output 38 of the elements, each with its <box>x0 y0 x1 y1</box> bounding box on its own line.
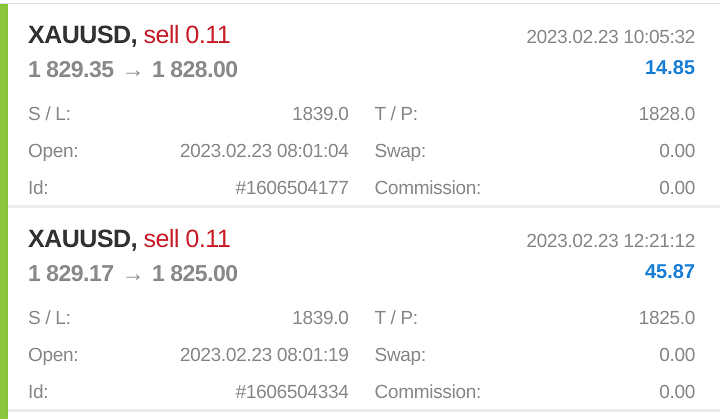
detail-value: #1606504177 <box>236 176 348 201</box>
close-time: 2023.02.23 10:05:32 <box>526 26 695 50</box>
close-time: 2023.02.23 12:21:12 <box>526 230 695 254</box>
detail-value: 2023.02.23 08:01:19 <box>180 344 348 368</box>
trade-action: sell 0.11 <box>143 225 230 253</box>
profit: 45.87 <box>644 260 695 284</box>
trade-action: sell 0.11 <box>143 21 230 49</box>
detail-value: 1825.0 <box>638 306 695 331</box>
detail-value: 0.00 <box>659 140 695 164</box>
profit: 14.85 <box>644 56 695 80</box>
detail-value: #1606504334 <box>236 380 348 405</box>
arrow-icon: → <box>122 54 144 82</box>
detail-label: Open: <box>28 140 78 164</box>
open-price: 1 829.35 <box>28 54 114 82</box>
arrow-icon: → <box>122 258 144 286</box>
detail-value: 2023.02.23 08:01:04 <box>180 140 348 164</box>
detail-label: Id: <box>28 176 48 201</box>
detail-label: S / L: <box>28 102 71 127</box>
detail-label: S / L: <box>28 306 71 331</box>
detail-label: Id: <box>28 380 48 405</box>
detail-label: Commission: <box>374 176 481 201</box>
detail-label: Swap: <box>374 140 426 164</box>
detail-value: 1839.0 <box>292 102 348 127</box>
detail-value: 0.00 <box>659 344 695 368</box>
detail-label: Commission: <box>374 380 481 405</box>
symbol: XAUUSD, <box>28 225 138 253</box>
detail-label: Swap: <box>374 344 426 368</box>
detail-value: 0.00 <box>659 380 695 405</box>
detail-value: 1828.0 <box>638 102 695 127</box>
detail-value: 1839.0 <box>292 306 348 331</box>
close-price: 1 828.00 <box>152 54 238 82</box>
open-price: 1 829.17 <box>28 258 114 286</box>
detail-value: 0.00 <box>659 176 695 201</box>
detail-label: T / P: <box>374 102 418 127</box>
detail-label: Open: <box>28 344 78 368</box>
close-price: 1 825.00 <box>152 258 238 286</box>
symbol: XAUUSD, <box>28 21 138 49</box>
detail-label: T / P: <box>374 306 418 331</box>
